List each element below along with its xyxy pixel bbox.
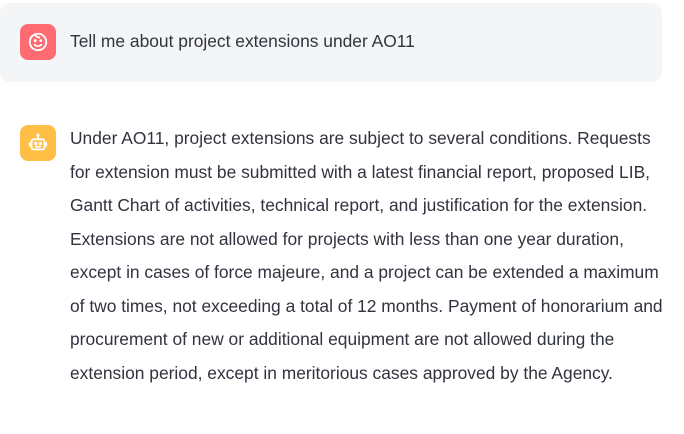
- user-avatar: [20, 24, 56, 60]
- assistant-message: Under AO11, project extensions are subje…: [0, 106, 684, 390]
- user-message-text: Tell me about project extensions under A…: [70, 31, 415, 51]
- robot-icon: [27, 132, 49, 154]
- smiley-face-icon: [27, 31, 49, 53]
- assistant-avatar: [20, 125, 56, 161]
- assistant-message-text: Under AO11, project extensions are subje…: [70, 128, 663, 383]
- chat-container: Tell me about project extensions under A…: [0, 0, 684, 434]
- user-message: Tell me about project extensions under A…: [0, 3, 662, 82]
